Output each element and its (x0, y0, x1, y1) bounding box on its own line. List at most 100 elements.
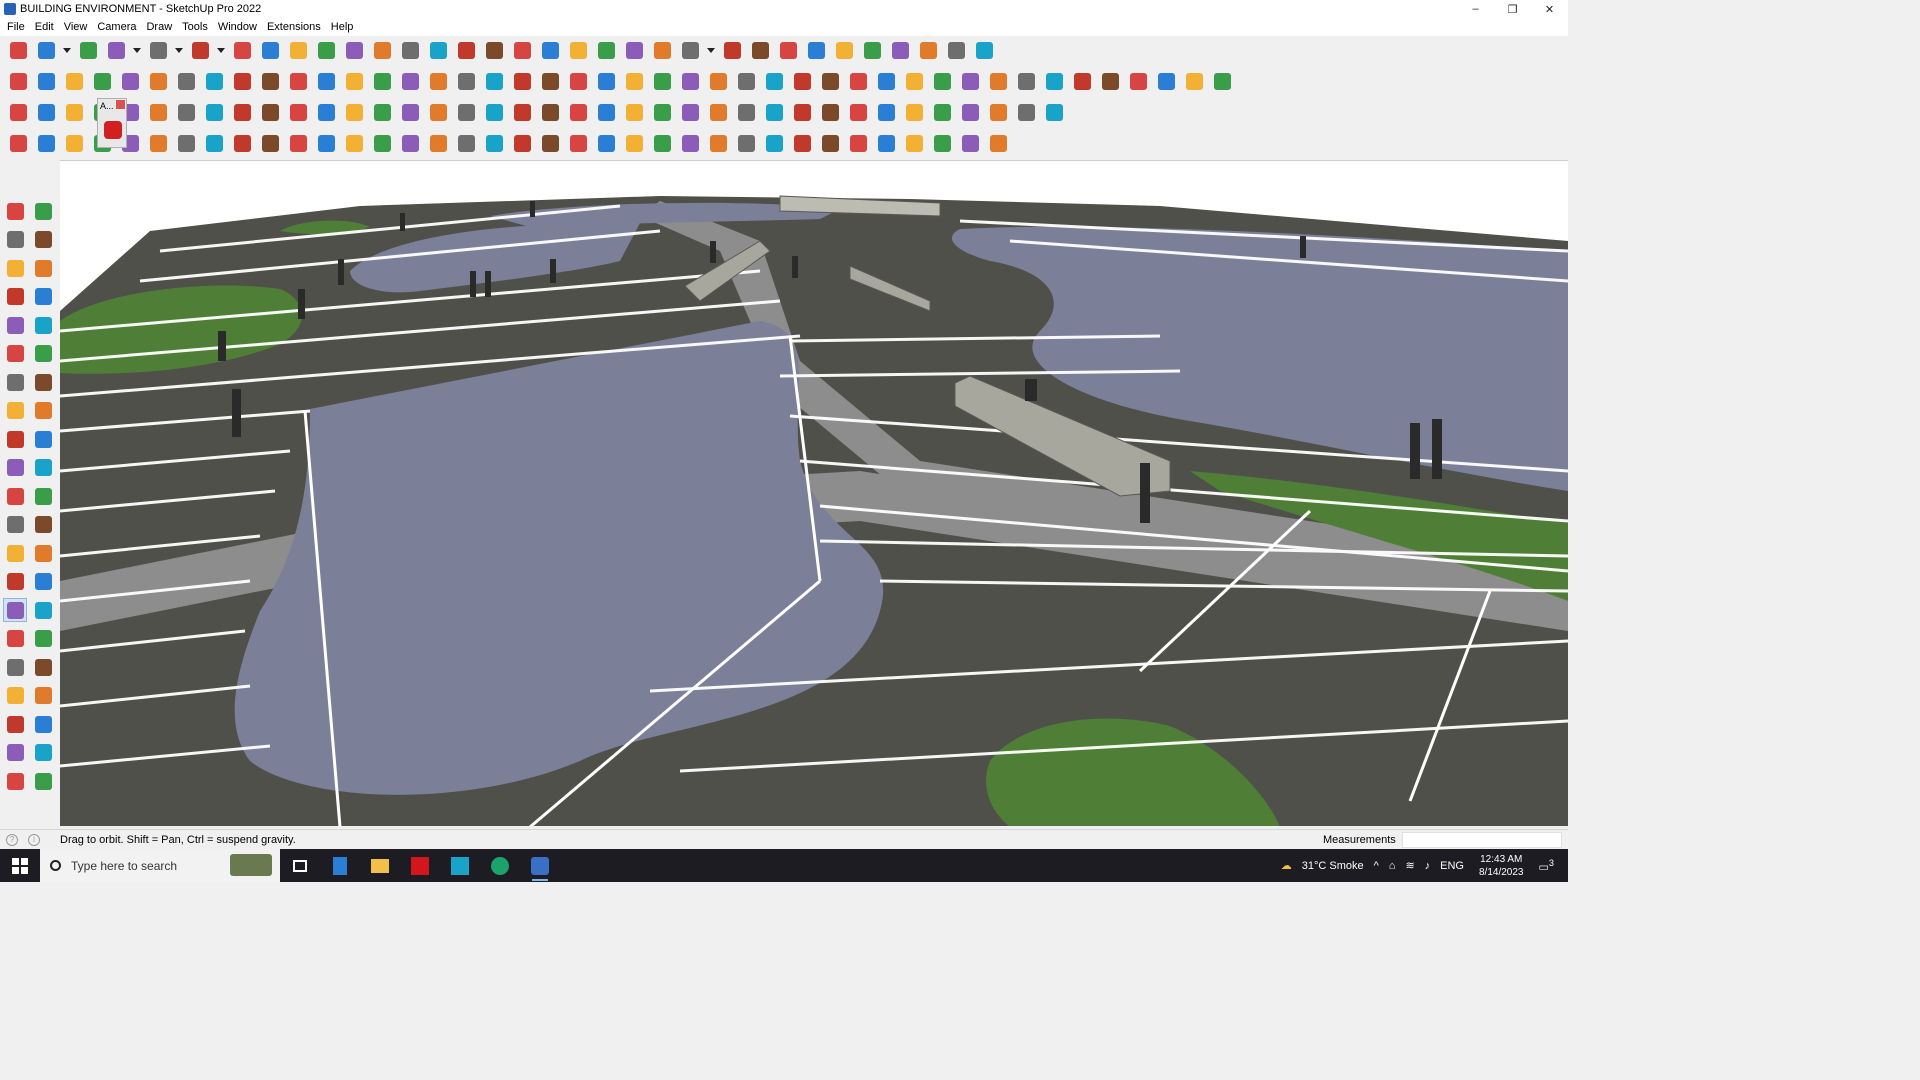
mesh-tool-icon[interactable] (762, 131, 786, 155)
dimension-tool-icon[interactable] (860, 38, 884, 62)
arrow-down-r-icon[interactable] (174, 69, 198, 93)
hatch-3-icon[interactable] (650, 131, 674, 155)
follow-me-icon[interactable] (31, 456, 55, 480)
component-tool-icon[interactable] (720, 38, 744, 62)
measurements-input[interactable] (1402, 832, 1562, 848)
network-icon[interactable]: ⌂ (1384, 860, 1401, 872)
menu-tools[interactable]: Tools (177, 18, 213, 36)
red-gem-icon[interactable] (104, 121, 122, 139)
triangle-tool-icon[interactable] (510, 100, 534, 124)
tape-measure-tool-icon[interactable] (370, 38, 394, 62)
text-icon[interactable] (31, 541, 55, 565)
restore-button[interactable]: ❐ (1494, 0, 1531, 18)
edge-icon[interactable] (480, 849, 520, 882)
zoom-window-icon[interactable] (31, 627, 55, 651)
push-pull-icon[interactable] (31, 427, 55, 451)
link-tool-icon[interactable] (286, 100, 310, 124)
app-3-icon[interactable] (440, 849, 480, 882)
menu-camera[interactable]: Camera (92, 18, 141, 36)
pencil-icon[interactable] (3, 285, 27, 309)
spiral-tool-icon[interactable] (566, 100, 590, 124)
arrow-down-f-icon[interactable] (286, 69, 310, 93)
undo-icon[interactable] (916, 38, 940, 62)
material-f-icon[interactable] (1182, 69, 1206, 93)
font-tool-icon[interactable] (622, 69, 646, 93)
section-plane-icon[interactable] (31, 712, 55, 736)
pan-icon[interactable] (31, 598, 55, 622)
arc-tool-icon[interactable] (314, 100, 338, 124)
sandbox-stamp-icon[interactable] (622, 38, 646, 62)
texture-tool-icon[interactable] (790, 131, 814, 155)
zoom-tool-icon[interactable] (6, 38, 30, 62)
sandbox-4-icon[interactable] (31, 769, 55, 793)
iso-view-icon[interactable] (6, 69, 30, 93)
pyramid-tool-icon[interactable] (538, 131, 562, 155)
fan-tool-icon[interactable] (454, 131, 478, 155)
menu-edit[interactable]: Edit (30, 18, 59, 36)
pan-tool-icon[interactable] (482, 38, 506, 62)
previous-view-icon[interactable] (31, 655, 55, 679)
terrain-tool-icon[interactable] (426, 69, 450, 93)
material-e-icon[interactable] (1154, 69, 1178, 93)
layers-blue-icon[interactable] (6, 100, 30, 124)
curve-yellow-icon[interactable] (538, 100, 562, 124)
eraser-tool-icon[interactable] (76, 38, 100, 62)
calculator-icon[interactable] (320, 849, 360, 882)
tape-measure-icon[interactable] (31, 256, 55, 280)
magnet-tool-icon[interactable] (678, 100, 702, 124)
push-pull-red-icon[interactable] (90, 69, 114, 93)
section-cut-2-icon[interactable] (370, 69, 394, 93)
pattern-4-icon[interactable] (930, 131, 954, 155)
curve-tool-icon[interactable] (314, 69, 338, 93)
text-tool-icon[interactable] (398, 38, 422, 62)
zoom-extents-tool-icon[interactable] (538, 38, 562, 62)
arc-icon[interactable] (3, 370, 27, 394)
door-tool-icon[interactable] (510, 69, 534, 93)
box-outline-icon[interactable] (174, 131, 198, 155)
two-point-arc-icon[interactable] (31, 370, 55, 394)
rectangle-tool-icon[interactable] (188, 38, 212, 62)
close-icon[interactable] (116, 100, 125, 109)
protractor-icon[interactable] (3, 541, 27, 565)
smart-select-icon[interactable] (6, 131, 30, 155)
close-button[interactable]: ✕ (1531, 0, 1568, 18)
menu-file[interactable]: File (2, 18, 30, 36)
sandbox-3-icon[interactable] (3, 769, 27, 793)
hatch-2-icon[interactable] (622, 131, 646, 155)
dropdown-icon[interactable] (132, 38, 142, 62)
scene-canvas[interactable] (60, 161, 1568, 826)
layer-popup[interactable]: A... (97, 98, 127, 148)
brush-tool-icon[interactable] (1014, 69, 1038, 93)
shape-ellipse-icon[interactable] (790, 69, 814, 93)
menu-draw[interactable]: Draw (141, 18, 177, 36)
cube-flip-icon[interactable] (734, 131, 758, 155)
window-tool-icon[interactable] (566, 69, 590, 93)
select-arrow-icon[interactable] (3, 199, 27, 223)
material-c-icon[interactable] (1098, 69, 1122, 93)
rotate-orange-icon[interactable] (146, 100, 170, 124)
pencil-red-icon[interactable] (678, 69, 702, 93)
corner-2-icon[interactable] (286, 131, 310, 155)
terrain-drape-icon[interactable] (454, 69, 478, 93)
menu-extensions[interactable]: Extensions (262, 18, 326, 36)
look-around-icon[interactable] (31, 684, 55, 708)
pattern-1-icon[interactable] (818, 131, 842, 155)
angle-tool-icon[interactable] (314, 131, 338, 155)
move-blue-icon[interactable] (622, 100, 646, 124)
3d-text-icon[interactable] (31, 570, 55, 594)
cone-tool-icon[interactable] (454, 100, 478, 124)
house-3d-icon[interactable] (482, 69, 506, 93)
gem-tool-icon[interactable] (818, 100, 842, 124)
task-view-icon[interactable] (280, 849, 320, 882)
pie-icon[interactable] (3, 399, 27, 423)
shape-cloud-icon[interactable] (930, 69, 954, 93)
group-tool-icon[interactable] (748, 38, 772, 62)
dropdown-icon[interactable] (216, 38, 226, 62)
follow-me-tool-icon[interactable] (258, 38, 282, 62)
hatch-4-icon[interactable] (706, 131, 730, 155)
axis-tool-icon[interactable] (776, 38, 800, 62)
circle-icon[interactable] (3, 342, 27, 366)
rotate-icon[interactable] (3, 456, 27, 480)
freehand-icon[interactable] (31, 285, 55, 309)
menu-window[interactable]: Window (213, 18, 262, 36)
